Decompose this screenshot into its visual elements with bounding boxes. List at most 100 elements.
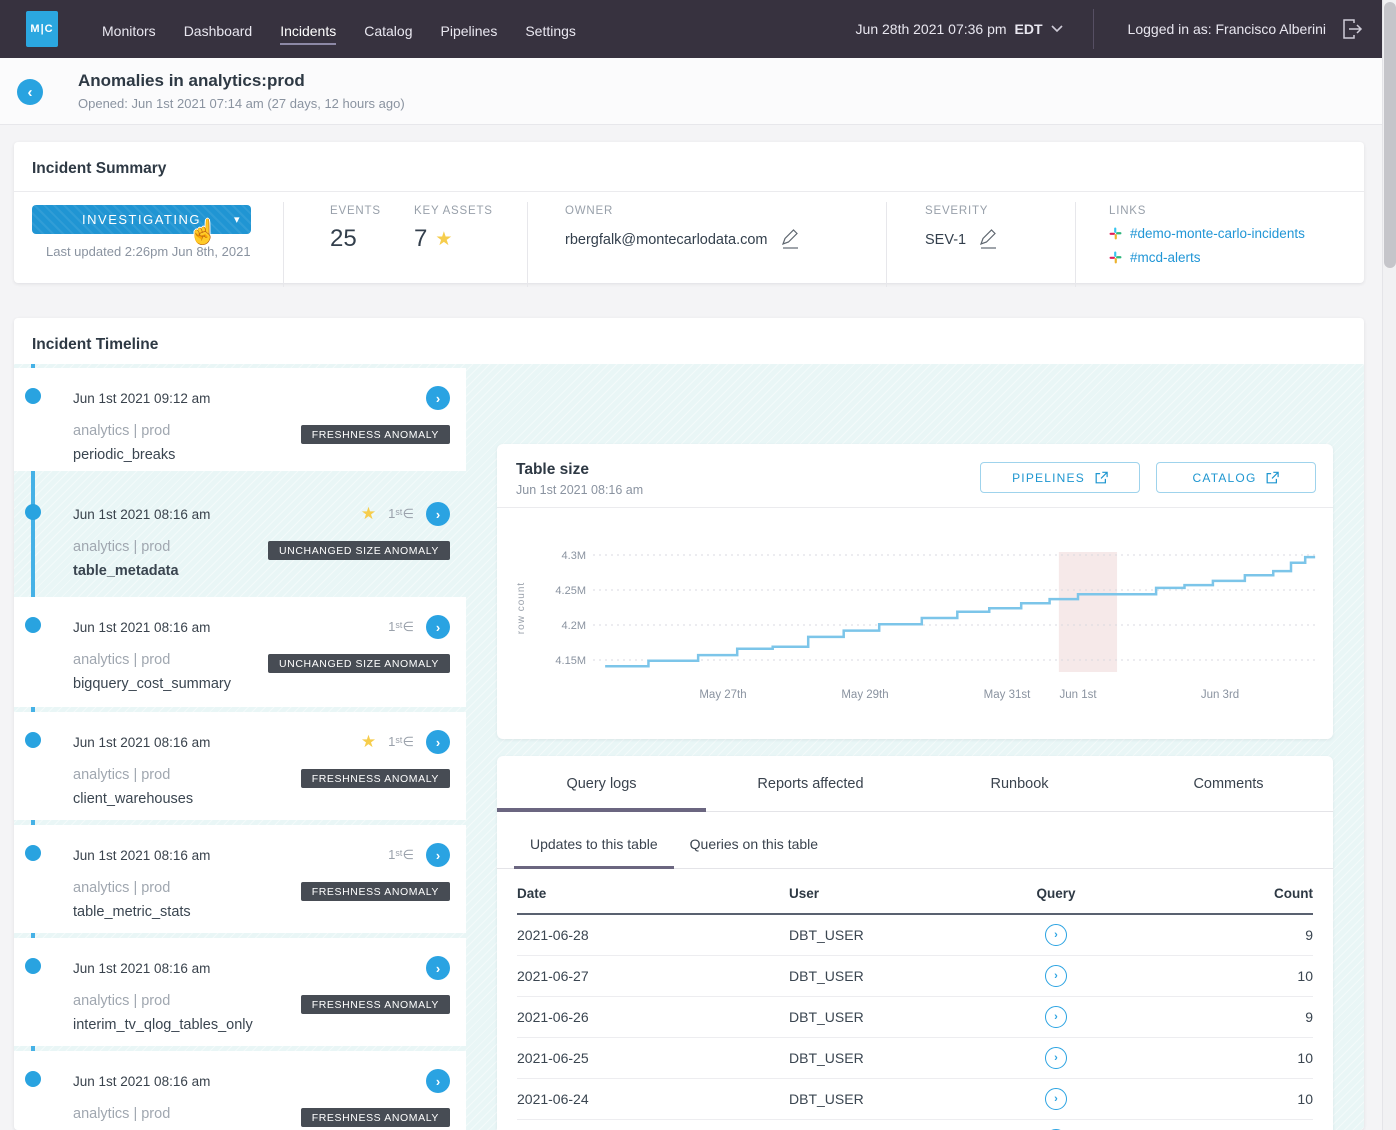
datetime-selector[interactable]: Jun 28th 2021 07:36 pm EDT xyxy=(856,21,1063,37)
logout-icon[interactable] xyxy=(1340,17,1364,41)
cell-date: 2021-06-26 xyxy=(517,1009,789,1025)
svg-text:4.3M: 4.3M xyxy=(562,550,586,562)
col-query: Query xyxy=(969,886,1143,901)
tab-query-logs[interactable]: Query logs xyxy=(497,756,706,811)
scrollbar-track[interactable] xyxy=(1382,0,1396,1130)
cell-date: 2021-06-24 xyxy=(517,1091,789,1107)
item-table-name: bigquery_cost_summary xyxy=(73,676,231,692)
incident-summary-card: Incident Summary INVESTIGATING ▾ Last up… xyxy=(14,142,1364,283)
query-table-header: Date User Query Count xyxy=(517,869,1313,915)
timeline-item[interactable]: Jun 1st 2021 08:16 am ★1ˢᵗ∈› analytics |… xyxy=(14,1051,466,1130)
anomaly-badge: FRESHNESS ANOMALY xyxy=(301,1108,450,1127)
scrollbar-thumb[interactable] xyxy=(1384,2,1396,268)
svg-text:Jun 1st: Jun 1st xyxy=(1059,689,1097,701)
svg-text:May 29th: May 29th xyxy=(841,689,888,701)
timeline-dot xyxy=(25,388,41,404)
col-count: Count xyxy=(1143,886,1313,901)
edit-owner-icon[interactable] xyxy=(780,229,801,250)
query-chevron-icon[interactable]: › xyxy=(1045,1088,1067,1110)
timeline-item[interactable]: Jun 1st 2021 08:16 am ★1ˢᵗ∈› analytics |… xyxy=(14,476,466,592)
tab-comments[interactable]: Comments xyxy=(1124,756,1333,811)
chevron-right-icon[interactable]: › xyxy=(426,1069,450,1093)
table-row: 2021-06-27 DBT_USER › 10 xyxy=(517,956,1313,997)
query-chevron-icon[interactable]: › xyxy=(1045,965,1067,987)
status-dropdown-button[interactable]: INVESTIGATING ▾ xyxy=(32,205,251,234)
query-log-table: Date User Query Count 2021-06-28 DBT_USE… xyxy=(517,869,1313,1130)
cell-count: 10 xyxy=(1143,1091,1313,1107)
item-date: Jun 1st 2021 09:12 am xyxy=(73,391,210,406)
cell-date: 2021-06-25 xyxy=(517,1050,789,1066)
timeline-item[interactable]: Jun 1st 2021 08:16 am ★1ˢᵗ∈› analytics |… xyxy=(14,938,466,1046)
timeline-item[interactable]: Jun 1st 2021 08:16 am ★1ˢᵗ∈› analytics |… xyxy=(14,597,466,707)
last-updated-text: Last updated 2:26pm Jun 8th, 2021 xyxy=(46,244,283,259)
chevron-down-icon xyxy=(1051,25,1063,33)
chevron-right-icon[interactable]: › xyxy=(426,730,450,754)
query-chevron-icon[interactable]: › xyxy=(1045,1006,1067,1028)
subtab-queries-on-table[interactable]: Queries on this table xyxy=(674,836,834,868)
severity-label: SEVERITY xyxy=(925,205,1075,217)
timeline-dot xyxy=(25,617,41,633)
tab-runbook[interactable]: Runbook xyxy=(915,756,1124,811)
key-assets-label: KEY ASSETS xyxy=(414,205,527,217)
timeline-item[interactable]: Jun 1st 2021 08:16 am ★1ˢᵗ∈› analytics |… xyxy=(14,825,466,933)
nav-item-settings[interactable]: Settings xyxy=(525,3,576,55)
first-degree-icon: 1ˢᵗ∈ xyxy=(388,619,414,635)
top-nav: M|C Monitors Dashboard Incidents Catalog… xyxy=(0,0,1382,58)
chevron-right-icon[interactable]: › xyxy=(426,502,450,526)
anomaly-badge: FRESHNESS ANOMALY xyxy=(301,769,450,788)
timeline-area: Jun 1st 2021 09:12 am ★ 1ˢᵗ∈ › analytics |… xyxy=(14,364,1364,1130)
first-degree-icon: 1ˢᵗ∈ xyxy=(388,734,414,750)
severity-value: SEV-1 xyxy=(925,232,966,248)
query-chevron-icon[interactable]: › xyxy=(1045,924,1067,946)
timeline-dot xyxy=(25,732,41,748)
timezone-text: EDT xyxy=(1015,21,1043,37)
external-link-icon xyxy=(1265,471,1279,485)
nav-item-pipelines[interactable]: Pipelines xyxy=(441,3,498,55)
nav-item-catalog[interactable]: Catalog xyxy=(364,3,412,55)
item-dataset: analytics | prod xyxy=(73,652,231,668)
chevron-right-icon[interactable]: › xyxy=(426,843,450,867)
mc-logo[interactable]: M|C xyxy=(26,11,58,47)
detail-tabs-card: Query logs Reports affected Runbook Comm… xyxy=(497,756,1333,1130)
nav-divider xyxy=(1093,9,1094,49)
cell-count: 9 xyxy=(1143,927,1313,943)
query-chevron-icon[interactable]: › xyxy=(1045,1047,1067,1069)
star-icon: ★ xyxy=(361,732,376,752)
timeline-dot xyxy=(25,1071,41,1087)
table-row: 2021-06-24 DBT_USER › 10 xyxy=(517,1079,1313,1120)
svg-text:Jun 3rd: Jun 3rd xyxy=(1201,689,1239,701)
nav-item-dashboard[interactable]: Dashboard xyxy=(184,3,253,55)
slack-link-2[interactable]: #mcd-alerts xyxy=(1130,250,1201,265)
item-date: Jun 1st 2021 08:16 am xyxy=(73,848,210,863)
pipelines-button[interactable]: PIPELINES xyxy=(980,462,1140,493)
chevron-right-icon[interactable]: › xyxy=(426,386,450,410)
logged-in-label: Logged in as: Francisco Alberini xyxy=(1128,21,1326,37)
item-date: Jun 1st 2021 08:16 am xyxy=(73,961,210,976)
slack-link-1[interactable]: #demo-monte-carlo-incidents xyxy=(1130,226,1305,241)
main-nav: Monitors Dashboard Incidents Catalog Pip… xyxy=(88,3,590,55)
chart-title: Table size xyxy=(516,461,589,479)
table-row: 2021-06-26 DBT_USER › 9 xyxy=(517,997,1313,1038)
chevron-left-icon: ‹ xyxy=(28,84,33,101)
nav-item-monitors[interactable]: Monitors xyxy=(102,3,156,55)
catalog-button[interactable]: CATALOG xyxy=(1156,462,1316,493)
owner-label: OWNER xyxy=(565,205,886,217)
edit-severity-icon[interactable] xyxy=(978,229,999,250)
chevron-right-icon[interactable]: › xyxy=(426,956,450,980)
timeline-item[interactable]: Jun 1st 2021 08:16 am ★1ˢᵗ∈› analytics |… xyxy=(14,712,466,820)
svg-text:row count: row count xyxy=(516,582,527,634)
subtab-updates-to-table[interactable]: Updates to this table xyxy=(514,836,674,868)
events-label: EVENTS xyxy=(330,205,414,217)
item-date: Jun 1st 2021 08:16 am xyxy=(73,735,210,750)
tab-reports-affected[interactable]: Reports affected xyxy=(706,756,915,811)
back-button[interactable]: ‹ xyxy=(17,79,43,105)
nav-item-incidents[interactable]: Incidents xyxy=(280,3,336,55)
chevron-right-icon[interactable]: › xyxy=(426,615,450,639)
anomaly-badge: FRESHNESS ANOMALY xyxy=(301,882,450,901)
cell-count: 9 xyxy=(1143,1009,1313,1025)
cell-user: DBT_USER xyxy=(789,927,969,943)
timeline-dot xyxy=(25,958,41,974)
timeline-item[interactable]: Jun 1st 2021 09:12 am ★1ˢᵗ∈› analytics |… xyxy=(14,368,466,471)
cell-user: DBT_USER xyxy=(789,968,969,984)
cell-date: 2021-06-28 xyxy=(517,927,789,943)
